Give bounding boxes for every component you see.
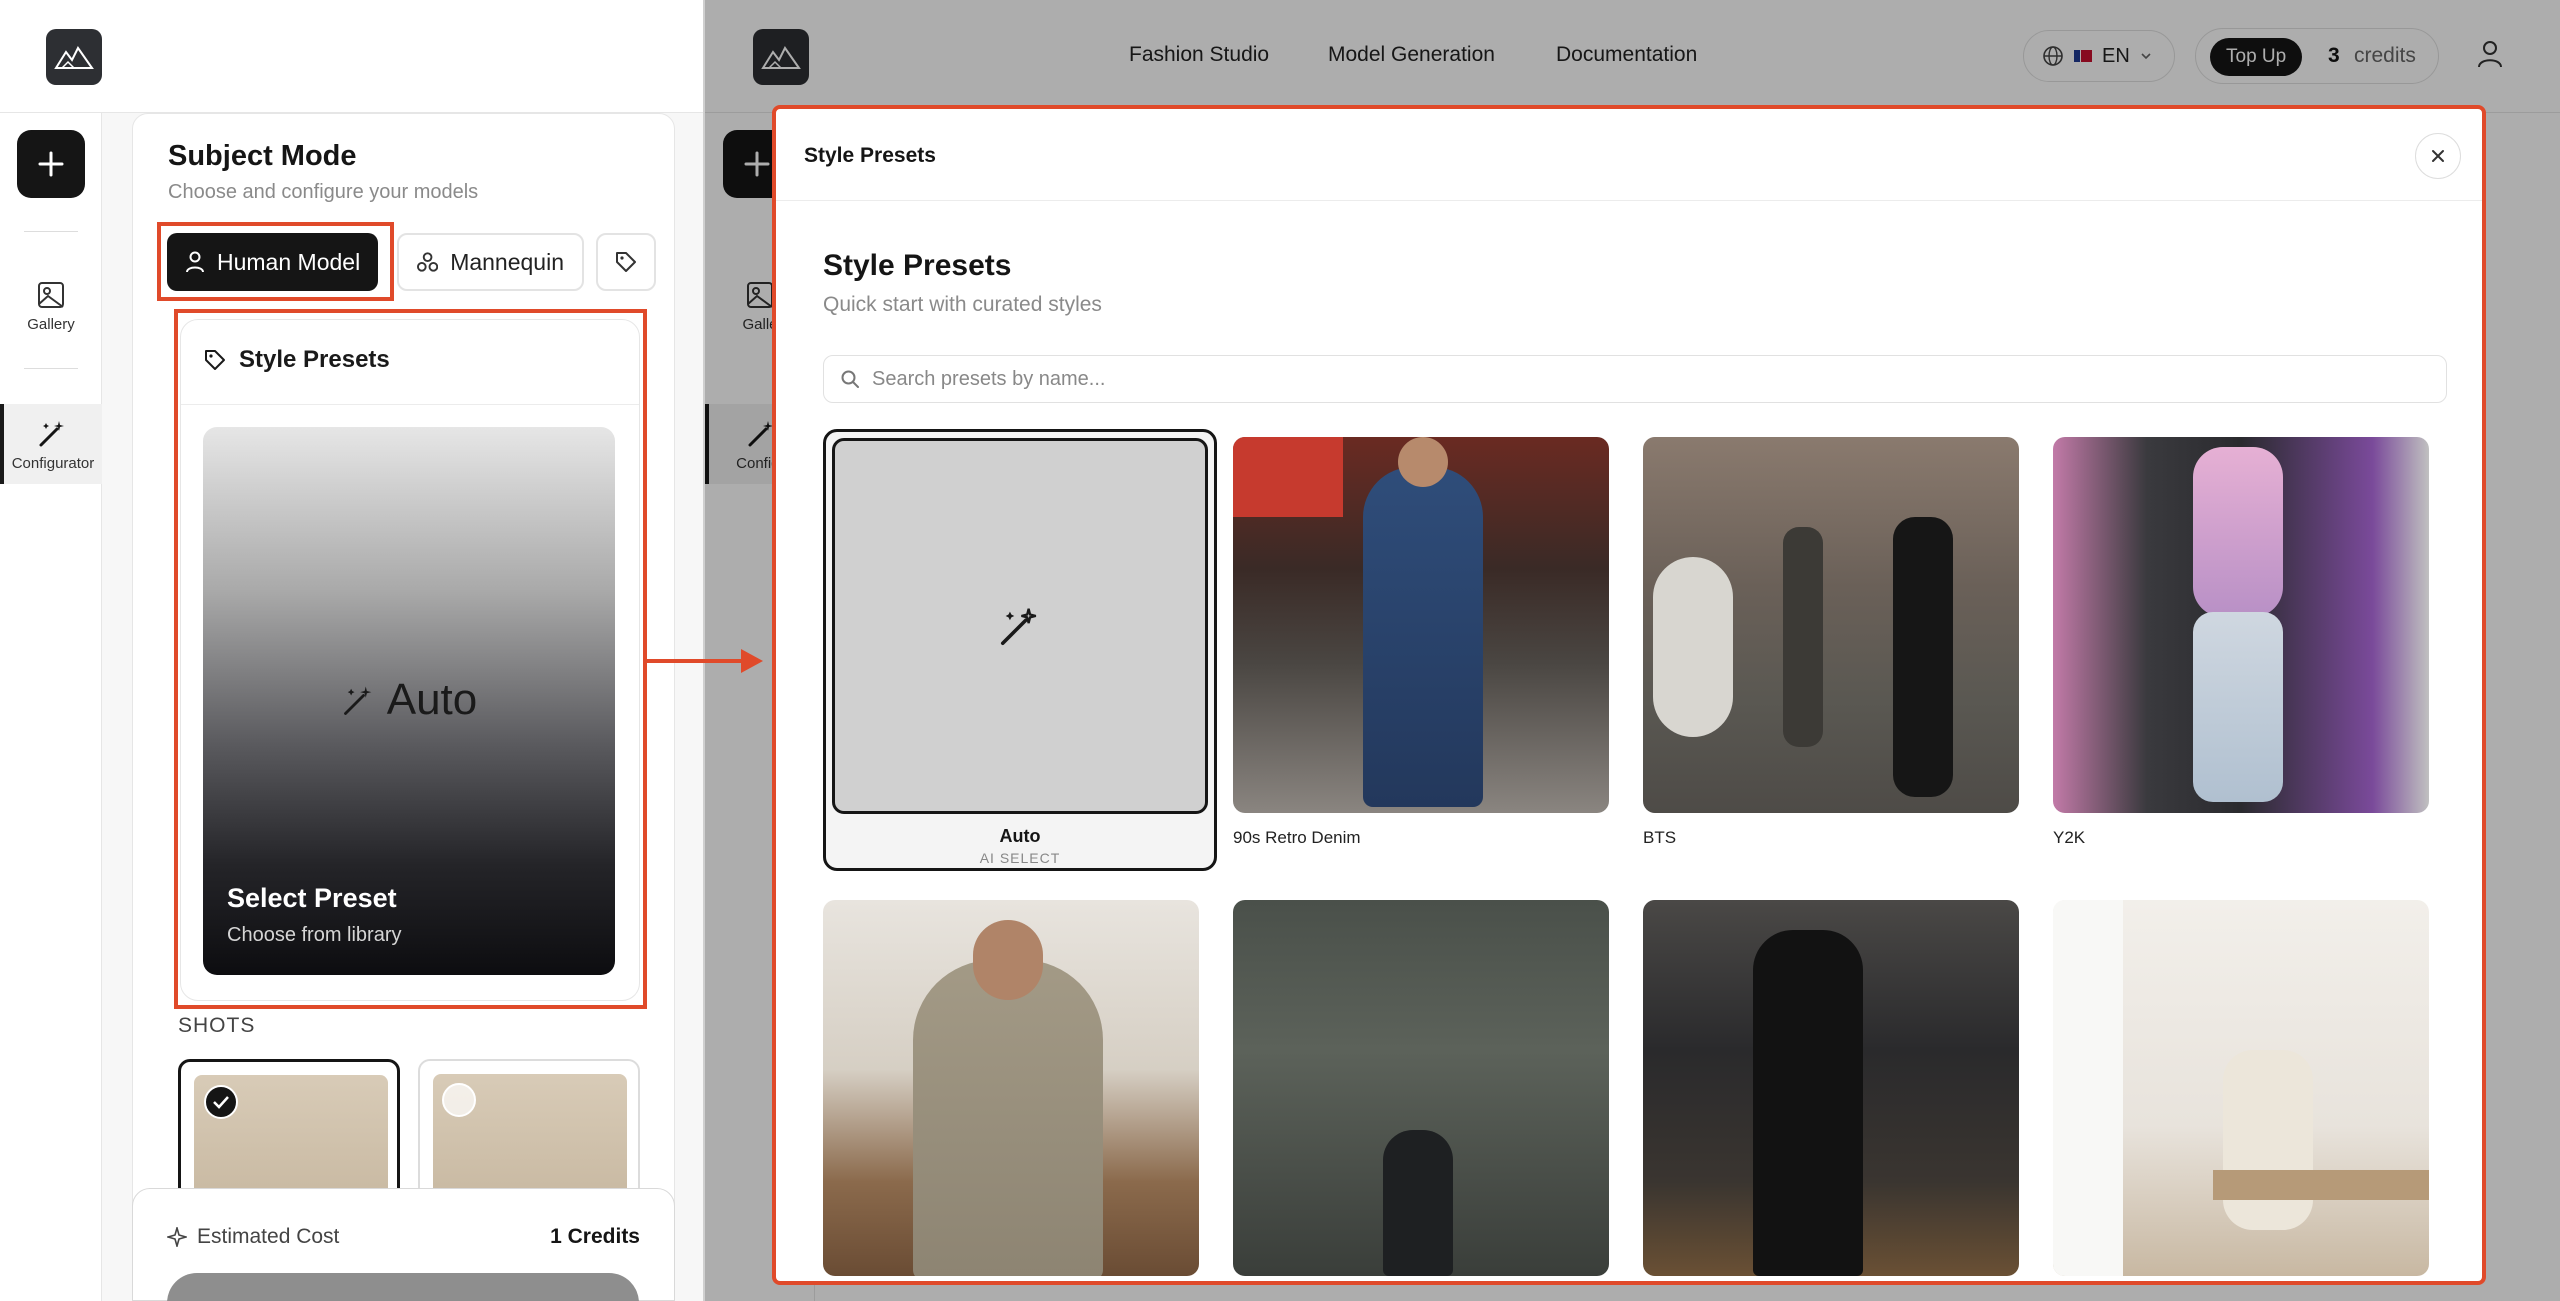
preset-thumbnail [1643,437,2019,813]
preset-card-bts[interactable]: BTS [1643,437,2019,857]
mannequin-button[interactable]: Mannequin [397,233,584,291]
logo-icon[interactable] [46,29,102,85]
rail-divider [24,368,78,369]
estimated-cost-label: Estimated Cost [197,1225,340,1248]
estimated-cost-value: 1 Credits [550,1225,640,1248]
unchecked-radio[interactable] [442,1083,476,1117]
preset-card-interior[interactable] [2053,900,2429,1280]
subject-mode-title: Subject Mode [168,140,357,172]
head-shape [1398,437,1448,487]
reflector-shape [1653,557,1733,737]
highlight-box-style-presets [174,309,647,1009]
tag-mode-button[interactable] [596,233,656,291]
close-icon [2432,150,2444,162]
search-input[interactable] [872,367,2372,391]
figure-shape [1383,1130,1453,1276]
window-shape [2053,900,2123,1276]
preset-card-90s-retro-denim[interactable]: 90s Retro Denim [1233,437,1609,857]
preset-card-dusk[interactable] [1643,900,2019,1280]
generate-button[interactable] [167,1273,639,1301]
preset-thumbnail [1233,900,1609,1276]
modal-title: Style Presets [823,249,1012,282]
preset-name: 90s Retro Denim [1233,828,1361,847]
subject-mode-subtitle: Choose and configure your models [168,181,479,203]
figure-shape [1783,527,1823,747]
shots-label: SHOTS [178,1014,256,1037]
photographer-shape [1893,517,1953,797]
estimated-cost-panel: Estimated Cost 1 Credits [132,1188,675,1301]
figure-shape [2223,1050,2313,1230]
preset-card-cafe[interactable] [823,900,1199,1280]
sidebar-item-label: Gallery [27,315,75,333]
tag-icon [616,252,636,272]
bench-shape [2213,1170,2429,1200]
jacket-shape [2193,447,2283,617]
figure-shape [913,960,1103,1276]
magic-wand-icon [39,420,64,446]
preset-card-alley[interactable] [1233,900,1609,1280]
preset-name: Y2K [2053,828,2086,847]
preset-search[interactable] [823,355,2447,403]
zoomed-configurator-panel: Gallery Configurator Subject Mode Choose… [0,0,703,1301]
estimated-cost-label-group: Estimated Cost [167,1225,339,1249]
magic-wand-icon [1000,608,1037,646]
rail-divider [24,231,78,232]
plus-icon [38,151,64,177]
preset-name: BTS [1643,828,1677,847]
sidebar-item-gallery[interactable]: Gallery [0,267,102,345]
sparkle-icon [167,1227,187,1247]
figure-shape [1363,467,1483,807]
modal-subtitle: Quick start with curated styles [823,293,1102,316]
preset-tag: AI SELECT [979,850,1061,866]
left-nav-rail: Gallery Configurator [0,113,102,1301]
screenshot-stage: { "left_panel": { "rail": { "items": [ {… [0,0,2560,1301]
preset-thumbnail [2053,437,2429,813]
highlight-box-human-model [157,222,394,301]
left-topbar [0,0,703,113]
head-shape [973,920,1043,1000]
callout-arrow [647,659,745,663]
wall-sign-shape [1233,437,1343,517]
new-project-button[interactable] [17,130,85,198]
mannequin-icon [417,252,439,272]
modal-header-title: Style Presets [804,144,936,167]
search-icon [841,370,859,388]
check-icon [204,1085,238,1119]
preset-thumbnail [2053,900,2429,1276]
sidebar-item-configurator[interactable]: Configurator [0,404,102,484]
figure-shape [1753,930,1863,1276]
style-presets-modal: Style Presets Style Presets Quick start … [772,105,2486,1285]
pants-shape [2193,612,2283,802]
mode-label: Mannequin [450,248,564,275]
close-button[interactable] [2415,133,2461,179]
preset-card-y2k[interactable]: Y2K [2053,437,2429,857]
sidebar-item-label: Configurator [11,454,95,472]
preset-thumbnail [1233,437,1609,813]
callout-arrow-head [741,649,763,673]
preset-name: Auto [999,826,1041,846]
preset-thumbnail [823,900,1199,1276]
preset-thumbnail [1643,900,2019,1276]
preset-card-auto[interactable]: Auto AI SELECT [823,429,1217,871]
preset-auto-thumbnail [832,438,1208,814]
gallery-icon [38,281,64,308]
modal-header: Style Presets [776,109,2482,201]
